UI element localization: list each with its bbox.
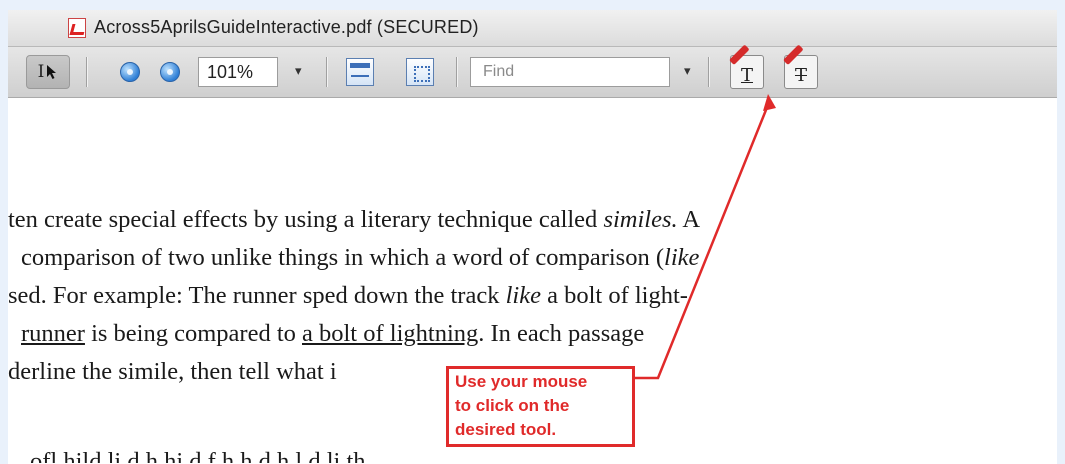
text-select-cursor-icon: I bbox=[37, 62, 45, 82]
window-frame-right bbox=[1057, 0, 1065, 464]
document-line-2: comparison of two unlike things in which… bbox=[21, 243, 699, 273]
toolbar-separator bbox=[326, 57, 328, 87]
toolbar-separator bbox=[86, 57, 88, 87]
document-line-6-cropped: ofl hild li d h hi d f h h d h l d li th bbox=[30, 447, 366, 463]
find-input[interactable]: Find bbox=[470, 57, 670, 87]
callout-line-1: Use your mouse bbox=[455, 372, 588, 391]
text-run: ten create special effects by using a li… bbox=[8, 206, 604, 233]
arrow-cursor-icon bbox=[47, 65, 57, 79]
document-line-5: derline the simile, then tell what i bbox=[8, 357, 337, 387]
text-run: sed. For example: The runner sped down t… bbox=[8, 282, 506, 309]
text-run-underlined: a bolt of lightning bbox=[302, 320, 479, 347]
add-text-pencil-icon[interactable]: T bbox=[784, 55, 818, 89]
text-annotation-tool-label: T bbox=[740, 65, 753, 86]
text-run: comparison of two unlike things in which… bbox=[21, 244, 665, 271]
instruction-callout: Use your mouse to click on the desired t… bbox=[446, 366, 635, 447]
callout-arrow-line bbox=[634, 99, 772, 380]
title-bar: Across5AprilsGuideInteractive.pdf (SECUR… bbox=[8, 10, 1057, 47]
toolbar-separator bbox=[708, 57, 710, 87]
zoom-in-icon[interactable] bbox=[160, 62, 180, 82]
find-dropdown-arrow-icon[interactable]: ▾ bbox=[684, 63, 691, 79]
fit-page-icon[interactable] bbox=[406, 58, 434, 86]
find-placeholder: Find bbox=[483, 63, 515, 80]
toolbar: I 101% ▾ Find ▾ T T bbox=[8, 47, 1057, 98]
text-select-tool-button[interactable]: I bbox=[26, 55, 70, 89]
text-run: ofl hild li d h hi d f h h d h l d li th bbox=[30, 448, 366, 463]
add-text-tool-label: T bbox=[794, 65, 807, 86]
window-title: Across5AprilsGuideInteractive.pdf (SECUR… bbox=[94, 17, 479, 37]
text-run-italic: like bbox=[664, 244, 700, 271]
toolbar-separator bbox=[456, 57, 458, 87]
text-run-underlined: runner bbox=[21, 320, 85, 347]
document-line-4: runner is being compared to a bolt of li… bbox=[21, 319, 644, 349]
text-run: a bolt of light- bbox=[540, 282, 688, 309]
pdf-document-icon bbox=[68, 17, 86, 38]
zoom-level-field[interactable]: 101% bbox=[198, 57, 278, 87]
zoom-out-icon[interactable] bbox=[120, 62, 140, 82]
window-frame-left bbox=[0, 0, 8, 464]
fit-width-icon[interactable] bbox=[346, 58, 374, 86]
text-run: is being compared to bbox=[84, 320, 302, 347]
text-annotation-pencil-icon[interactable]: T bbox=[730, 55, 764, 89]
title-wrap: Across5AprilsGuideInteractive.pdf (SECUR… bbox=[68, 17, 479, 38]
zoom-dropdown-arrow-icon[interactable]: ▾ bbox=[295, 63, 302, 79]
text-run: A bbox=[677, 206, 701, 233]
text-run: derline the simile, then tell what i bbox=[8, 358, 337, 385]
callout-line-3: desired tool. bbox=[455, 420, 557, 439]
document-line-1: ten create special effects by using a li… bbox=[8, 205, 700, 235]
callout-line-2: to click on the bbox=[455, 396, 570, 415]
zoom-level-value: 101% bbox=[207, 62, 254, 82]
window-frame-top bbox=[0, 0, 1065, 10]
text-run: . In each passage bbox=[478, 320, 645, 347]
text-run-italic: like bbox=[505, 282, 541, 309]
document-line-3: sed. For example: The runner sped down t… bbox=[8, 281, 688, 311]
text-run-italic: similes. bbox=[603, 206, 678, 233]
